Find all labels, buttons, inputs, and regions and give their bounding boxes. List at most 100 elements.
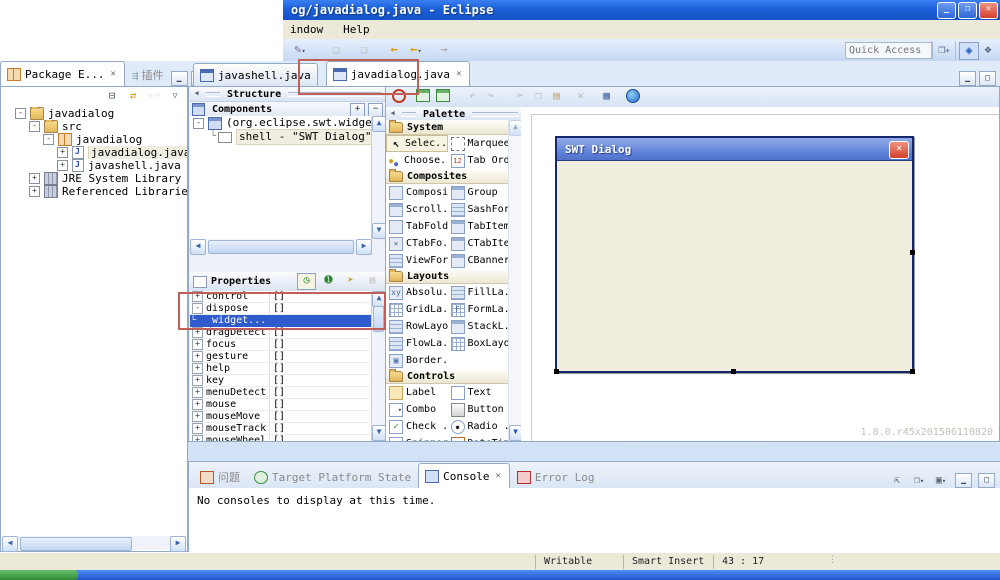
- palette-item-sashform[interactable]: SashForm: [448, 201, 509, 218]
- palette-item-check[interactable]: Check ...: [386, 418, 448, 435]
- resize-handle-bottom-left[interactable]: [554, 369, 559, 374]
- expand-icon[interactable]: +: [192, 327, 203, 338]
- tree-item-javadialog-java[interactable]: + javadialog.java: [1, 146, 187, 159]
- expand-icon[interactable]: +: [192, 363, 203, 374]
- forward-icon[interactable]: →: [435, 42, 453, 58]
- palette-item-label[interactable]: Label: [386, 384, 448, 401]
- tab-console[interactable]: Console ✕: [418, 463, 510, 488]
- expand-icon[interactable]: +: [192, 435, 203, 441]
- view-menu-icon[interactable]: ▽: [167, 89, 183, 104]
- expand-icon[interactable]: +: [29, 173, 40, 184]
- collapse-icon[interactable]: -: [15, 108, 26, 119]
- expand-icon[interactable]: +: [192, 351, 203, 362]
- palette-scrollbar[interactable]: ▲ ▼: [508, 120, 521, 441]
- locale-globe-icon[interactable]: ▾: [624, 89, 641, 119]
- horizontal-scrollbar[interactable]: ◀ ▶: [2, 536, 186, 552]
- tab-package-explorer[interactable]: Package E... ✕: [0, 61, 125, 86]
- menu-window[interactable]: indow: [287, 22, 326, 37]
- close-button[interactable]: ✕: [979, 2, 998, 19]
- scroll-thumb[interactable]: [208, 240, 354, 254]
- goto-definition-icon[interactable]: ➊: [319, 273, 338, 290]
- properties-vertical-scrollbar[interactable]: ▲ ▼: [371, 291, 386, 441]
- collapse-pane-icon[interactable]: ◀: [386, 108, 399, 120]
- scroll-right-icon[interactable]: ▶: [170, 536, 186, 552]
- scroll-up-icon[interactable]: ▲: [372, 291, 386, 307]
- show-events-icon[interactable]: ◷: [297, 273, 316, 290]
- start-button-edge[interactable]: [0, 570, 78, 580]
- tab-javadialog[interactable]: javadialog.java ✕: [325, 61, 471, 86]
- externalize-strings-icon[interactable]: ▦: [598, 89, 615, 104]
- property-row-dragdetect[interactable]: + dragDetect []: [190, 327, 372, 339]
- focus-icon[interactable]: ◦◦: [146, 89, 162, 104]
- property-row-mousetrack[interactable]: + mouseTrack []: [190, 423, 372, 435]
- cut-icon[interactable]: ✂: [512, 89, 529, 104]
- property-row-gesture[interactable]: + gesture []: [190, 351, 372, 363]
- palette-item-flowlayout[interactable]: FlowLa...: [386, 335, 448, 352]
- palette-item-borderlayout[interactable]: ▣Border...: [386, 352, 448, 369]
- tab-error-log[interactable]: Error Log: [510, 465, 602, 488]
- collapse-all-icon[interactable]: ⊟: [104, 89, 120, 104]
- categorize-icon[interactable]: ▦: [363, 273, 382, 290]
- property-row-mousewheel[interactable]: + mouseWheel []: [190, 435, 372, 441]
- palette-item-boxlayout[interactable]: BoxLayout: [448, 335, 509, 352]
- tree-item-src[interactable]: - src: [1, 120, 187, 133]
- component-root[interactable]: - (org.eclipse.swt.widgets.Dialog_: [190, 116, 372, 130]
- palette-item-spinner[interactable]: Spinner: [386, 435, 448, 441]
- palette-item-group[interactable]: Group: [448, 184, 510, 201]
- minimize-button[interactable]: _: [937, 2, 956, 19]
- palette-item-choose[interactable]: Choose...: [386, 152, 448, 169]
- back-icon[interactable]: ←: [385, 42, 403, 58]
- scroll-left-icon[interactable]: ◀: [190, 239, 206, 255]
- undo-icon[interactable]: ↶: [464, 89, 481, 104]
- quick-access-input[interactable]: [845, 42, 933, 59]
- expand-icon[interactable]: +: [192, 423, 203, 434]
- tab-target-platform[interactable]: Target Platform State: [247, 465, 418, 488]
- tree-item-javashell-java[interactable]: + javashell.java: [1, 159, 187, 172]
- scroll-right-icon[interactable]: ▶: [356, 239, 372, 255]
- scroll-thumb[interactable]: [373, 306, 384, 332]
- palette-item-absolute[interactable]: xyAbsolu...: [386, 284, 448, 301]
- palette-item-tabfolder[interactable]: TabFolder: [386, 218, 448, 235]
- component-shell[interactable]: └ shell - "SWT Dialog": [190, 129, 372, 145]
- window-titlebar[interactable]: og/javadialog.java - Eclipse _ ❐ ✕: [283, 0, 1000, 20]
- last-edit-location-icon[interactable]: ❏: [327, 42, 345, 58]
- palette-item-datetime[interactable]: DateTime: [448, 435, 509, 441]
- palette-category-system[interactable]: System: [386, 120, 509, 135]
- palette-item-selection[interactable]: ↖Selec...: [386, 135, 448, 152]
- collapse-icon[interactable]: -: [193, 117, 204, 129]
- copy-icon[interactable]: ❐: [530, 89, 547, 104]
- palette-item-cbanner[interactable]: CBanner: [448, 252, 509, 269]
- other-perspective-icon[interactable]: ❖: [979, 42, 997, 58]
- refresh-icon[interactable]: [434, 89, 451, 104]
- palette-item-tabitem[interactable]: TabItem: [448, 218, 509, 235]
- maximize-editor-icon[interactable]: □: [979, 71, 996, 86]
- minimize-editor-icon[interactable]: ▁: [959, 71, 976, 86]
- wand-icon[interactable]: ✎▾: [291, 42, 309, 58]
- palette-item-formlayout[interactable]: FFormLa...: [448, 301, 509, 318]
- open-perspective-icon[interactable]: ❐+: [935, 42, 953, 58]
- java-perspective-icon[interactable]: ◈: [959, 42, 979, 60]
- swt-dialog-titlebar[interactable]: SWT Dialog: [557, 138, 912, 161]
- scroll-down-icon[interactable]: ▼: [372, 425, 386, 441]
- close-icon[interactable]: ✕: [108, 68, 117, 80]
- collapse-all-icon[interactable]: −: [368, 102, 383, 117]
- goto-source-icon[interactable]: [414, 89, 431, 104]
- menu-help[interactable]: Help: [340, 22, 373, 37]
- collapse-icon[interactable]: -: [43, 134, 54, 145]
- palette-item-stacklayout[interactable]: StackL...: [448, 318, 509, 335]
- palette-item-viewform[interactable]: ViewForm: [386, 252, 448, 269]
- scroll-left-icon[interactable]: ◀: [2, 536, 18, 552]
- palette-category-layouts[interactable]: Layouts: [386, 269, 509, 284]
- scroll-up-icon[interactable]: ▲: [372, 116, 386, 132]
- restore-button[interactable]: ❐: [958, 2, 977, 19]
- palette-item-scrolled[interactable]: Scroll...: [386, 201, 448, 218]
- next-edit-location-icon[interactable]: ❏: [355, 42, 373, 58]
- property-row-widget-selected[interactable]: └ widget...: [190, 315, 372, 327]
- link-with-editor-icon[interactable]: ⇄: [125, 89, 141, 104]
- palette-item-gridlayout[interactable]: GridLa...: [386, 301, 448, 318]
- cursor-position[interactable]: 43 : 17: [713, 555, 797, 569]
- resize-handle-bottom-right[interactable]: [910, 369, 915, 374]
- delete-icon[interactable]: ✕: [572, 89, 589, 104]
- collapse-icon[interactable]: -: [29, 121, 40, 132]
- palette-item-radio[interactable]: Radio ...: [448, 418, 509, 435]
